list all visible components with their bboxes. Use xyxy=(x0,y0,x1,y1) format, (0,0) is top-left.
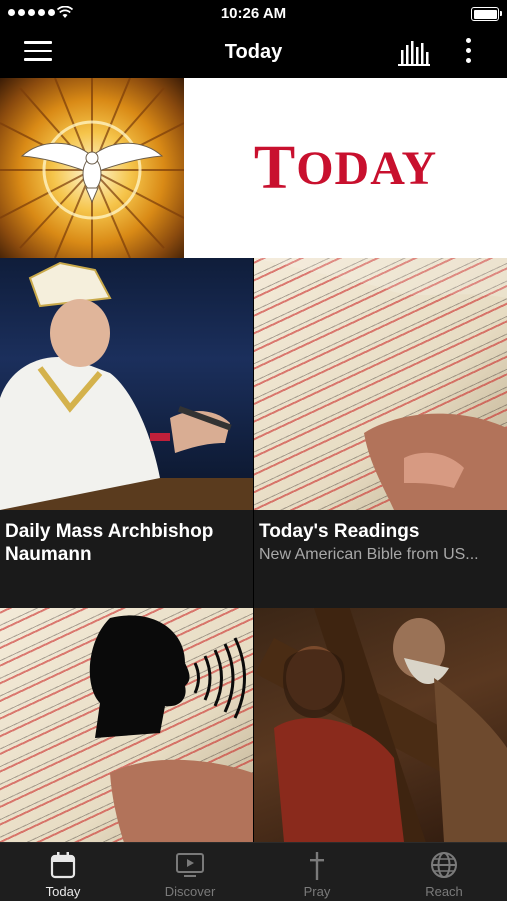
bible-audio-image xyxy=(0,608,253,842)
battery-icon xyxy=(471,7,502,21)
tile-title: Today's Readings xyxy=(259,521,420,542)
more-options-icon[interactable] xyxy=(460,38,476,68)
tile-caption: Today's Readings New American Bible from… xyxy=(254,510,507,608)
tab-reach[interactable]: Reach xyxy=(381,843,507,901)
banner-title: T ODAY xyxy=(184,78,507,258)
tab-discover[interactable]: Discover xyxy=(127,843,253,901)
tab-bar: Today Discover Pray Reach xyxy=(0,842,507,901)
tab-label: Reach xyxy=(425,884,463,899)
tab-pray[interactable]: Pray xyxy=(254,843,380,901)
tile-stations-of-cross[interactable] xyxy=(254,608,507,842)
status-bar: 10:26 AM xyxy=(0,0,507,28)
nav-bar: Today xyxy=(0,28,507,78)
tile-caption: Daily Mass Archbishop Naumann xyxy=(0,510,253,608)
tab-today[interactable]: Today xyxy=(0,843,126,901)
tv-play-icon xyxy=(176,853,204,877)
banner-title-first: T xyxy=(253,133,297,202)
calendar-icon xyxy=(50,852,76,879)
today-banner[interactable]: T ODAY xyxy=(0,78,507,258)
christ-carrying-cross-image xyxy=(254,608,507,842)
tile-todays-readings[interactable]: Today's Readings New American Bible from… xyxy=(254,258,507,608)
cross-icon xyxy=(310,852,324,880)
banner-title-rest: ODAY xyxy=(296,141,438,195)
tile-audio-readings[interactable] xyxy=(0,608,253,842)
tab-label: Pray xyxy=(303,884,331,899)
globe-icon xyxy=(431,852,457,878)
bible-page-image xyxy=(254,258,507,510)
tile-daily-mass[interactable]: Daily Mass Archbishop Naumann xyxy=(0,258,253,608)
tab-label: Discover xyxy=(164,884,216,899)
tab-label: Today xyxy=(45,884,81,899)
status-time: 10:26 AM xyxy=(220,5,287,22)
archbishop-image xyxy=(0,258,253,510)
tile-title: Daily Mass Archbishop Naumann xyxy=(5,521,214,565)
holy-spirit-dove-image xyxy=(0,78,184,258)
audio-levels-icon[interactable] xyxy=(398,40,430,66)
tile-subtitle: New American Bible from US... xyxy=(259,546,479,563)
page-title: Today xyxy=(224,41,283,63)
